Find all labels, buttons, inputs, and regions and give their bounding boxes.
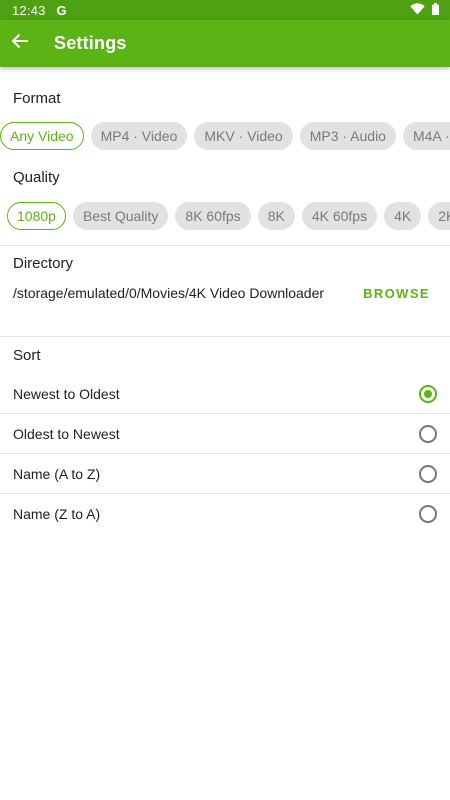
format-section: Format Any Video MP4 · Video MKV · Video… — [0, 90, 450, 150]
sort-title: Sort — [13, 347, 41, 364]
quality-chip-8k[interactable]: 8K — [257, 202, 295, 230]
quality-chip-4k-60fps[interactable]: 4K 60fps — [301, 202, 378, 230]
sort-section: Sort Newest to Oldest Oldest to Newest N… — [0, 347, 450, 533]
quality-chip-row: 1080p Best Quality 8K 60fps 8K 4K 60fps … — [0, 202, 450, 230]
sort-option-label: Name (A to Z) — [13, 465, 101, 482]
divider — [0, 245, 450, 246]
quality-chip-4k[interactable]: 4K — [384, 202, 422, 230]
google-g-icon: G — [56, 2, 67, 18]
radio-unchecked-icon[interactable] — [419, 464, 437, 483]
quality-chip-2k-60fps[interactable]: 2K 60fps — [428, 202, 450, 230]
format-title: Format — [13, 90, 61, 107]
sort-option-label: Newest to Oldest — [13, 385, 120, 402]
quality-chip-8k-60fps[interactable]: 8K 60fps — [175, 202, 251, 230]
wifi-icon — [410, 2, 425, 18]
format-chip-mp4-video[interactable]: MP4 · Video — [90, 122, 188, 150]
sort-option-name-z-to-a[interactable]: Name (Z to A) — [0, 494, 450, 533]
status-bar: 12:43 G — [0, 0, 450, 20]
quality-chip-1080p[interactable]: 1080p — [7, 202, 66, 230]
sort-option-label: Oldest to Newest — [13, 425, 120, 442]
battery-icon — [432, 2, 439, 18]
format-chip-any-video[interactable]: Any Video — [0, 122, 84, 150]
page-title: Settings — [54, 33, 127, 53]
directory-row: /storage/emulated/0/Movies/4K Video Down… — [0, 281, 450, 305]
quality-title: Quality — [13, 169, 60, 186]
sort-option-label: Name (Z to A) — [13, 505, 101, 522]
directory-title: Directory — [13, 255, 74, 272]
divider — [0, 336, 450, 337]
browse-button[interactable]: BROWSE — [363, 286, 430, 301]
sort-list: Newest to Oldest Oldest to Newest Name (… — [0, 374, 450, 533]
sort-option-oldest-to-newest[interactable]: Oldest to Newest — [0, 414, 450, 454]
sort-option-name-a-to-z[interactable]: Name (A to Z) — [0, 454, 450, 494]
quality-section: Quality 1080p Best Quality 8K 60fps 8K 4… — [0, 169, 450, 230]
status-time: 12:43 — [12, 2, 46, 18]
quality-chip-best-quality[interactable]: Best Quality — [72, 202, 169, 230]
format-chip-m4a-audio[interactable]: M4A · Audio — [402, 122, 450, 150]
app-toolbar: Settings — [0, 20, 450, 67]
format-chip-row: Any Video MP4 · Video MKV · Video MP3 · … — [0, 122, 450, 150]
arrow-left-icon — [11, 33, 29, 54]
radio-checked-icon[interactable] — [419, 384, 437, 403]
directory-path: /storage/emulated/0/Movies/4K Video Down… — [13, 285, 325, 301]
sort-option-newest-to-oldest[interactable]: Newest to Oldest — [0, 374, 450, 414]
radio-unchecked-icon[interactable] — [419, 504, 437, 523]
format-chip-mp3-audio[interactable]: MP3 · Audio — [299, 122, 396, 150]
directory-section: Directory /storage/emulated/0/Movies/4K … — [0, 255, 450, 305]
format-chip-mkv-video[interactable]: MKV · Video — [194, 122, 293, 150]
radio-unchecked-icon[interactable] — [419, 424, 437, 443]
back-button[interactable] — [1, 20, 39, 67]
